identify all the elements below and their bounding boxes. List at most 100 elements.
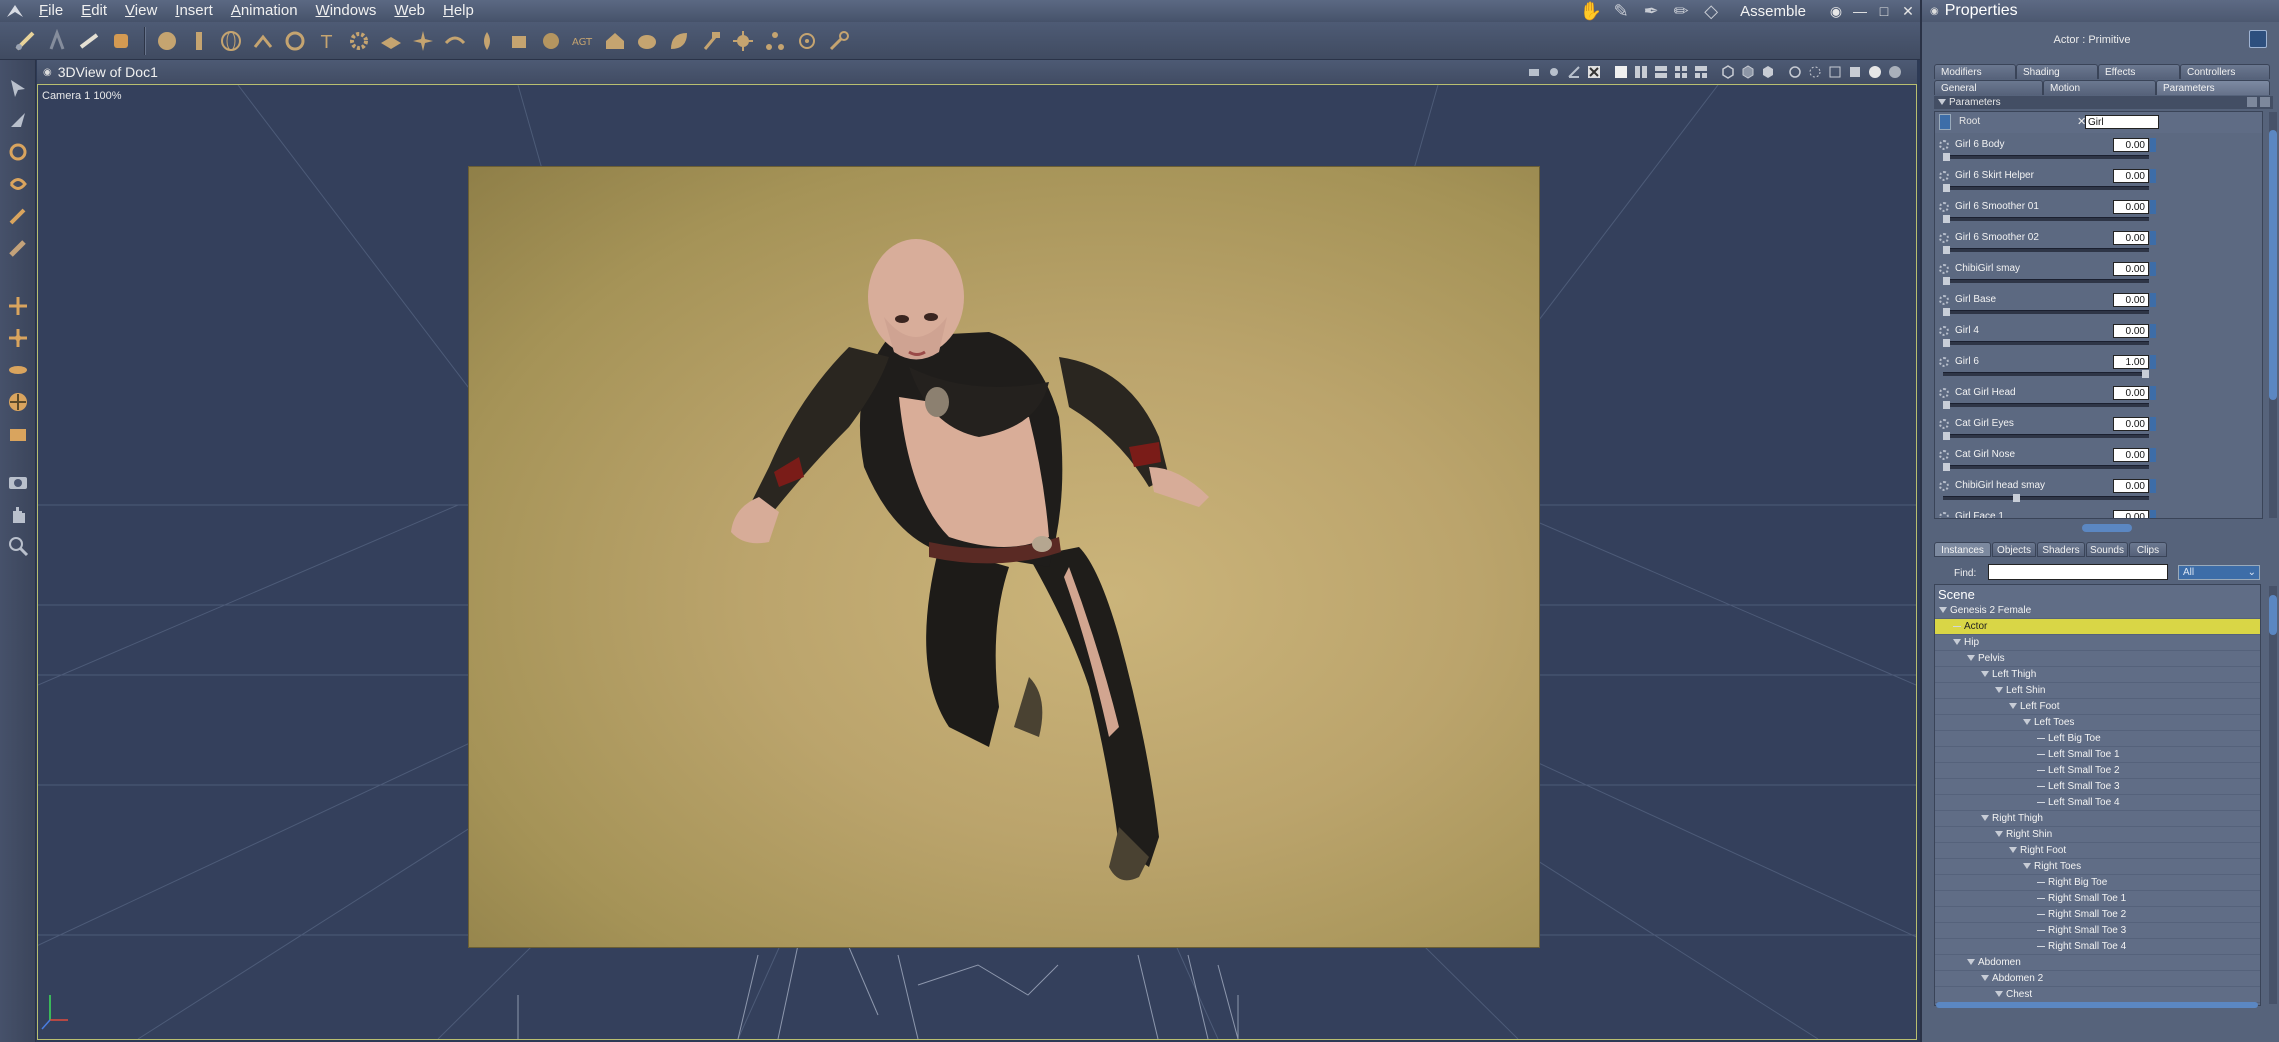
tab-controllers[interactable]: Controllers — [2180, 64, 2270, 79]
particles-icon[interactable] — [536, 26, 566, 56]
tree-row[interactable]: Actor — [1935, 619, 2260, 635]
menu-web[interactable]: Web — [385, 0, 434, 22]
cloth-icon[interactable] — [440, 26, 470, 56]
move-xy-icon[interactable] — [4, 324, 32, 352]
tree-row[interactable]: Abdomen — [1935, 955, 2260, 971]
camera-label[interactable]: Camera 1 100% — [42, 90, 122, 102]
menu-view[interactable]: View — [116, 0, 166, 22]
flame-icon[interactable] — [472, 26, 502, 56]
tree-row[interactable]: Genesis 2 Female — [1935, 603, 2260, 619]
parameter-slider-thumb[interactable] — [1943, 184, 1950, 192]
parameter-slider-track[interactable] — [1943, 496, 2149, 500]
parameter-spinner[interactable] — [2150, 386, 2156, 400]
parameter-value-field[interactable]: 0.00 — [2113, 479, 2149, 493]
parameter-value-field[interactable]: 0.00 — [2113, 293, 2149, 307]
parameter-spinner[interactable] — [2150, 262, 2156, 276]
parameter-slider-track[interactable] — [1943, 403, 2149, 407]
minimize-icon[interactable]: — — [1848, 0, 1872, 22]
3d-viewport[interactable]: Camera 1 100% — [37, 84, 1917, 1040]
textured-sphere-icon[interactable] — [1886, 63, 1903, 80]
light-select-icon[interactable] — [1545, 63, 1562, 80]
parameter-spinner[interactable] — [2150, 138, 2156, 152]
tree-row[interactable]: Right Big Toe — [1935, 875, 2260, 891]
panel-splitter-handle[interactable] — [2082, 524, 2132, 532]
maximize-icon[interactable]: □ — [1872, 0, 1896, 22]
axis-icon[interactable] — [1565, 63, 1582, 80]
smooth-sphere-icon[interactable] — [1866, 63, 1883, 80]
tree-row[interactable]: Right Small Toe 4 — [1935, 939, 2260, 955]
expand-triangle-icon[interactable] — [1981, 815, 1989, 822]
parameter-slider-thumb[interactable] — [1943, 463, 1950, 471]
parameter-value-field[interactable]: 0.00 — [2113, 510, 2149, 518]
expand-triangle-icon[interactable] — [2009, 703, 2017, 710]
gear-icon[interactable] — [1939, 326, 1949, 336]
tree-scrollbar-thumb[interactable] — [2269, 595, 2277, 635]
tree-row[interactable]: Right Small Toe 2 — [1935, 907, 2260, 923]
parameter-value-field[interactable]: 0.00 — [2113, 262, 2149, 276]
light-icon[interactable] — [408, 26, 438, 56]
parameter-spinner[interactable] — [2150, 417, 2156, 431]
close-icon[interactable]: ✕ — [1896, 0, 1920, 22]
tree-row[interactable]: Right Shin — [1935, 827, 2260, 843]
select-arrow-icon[interactable] — [4, 74, 32, 102]
parameter-value-field[interactable]: 0.00 — [2113, 169, 2149, 183]
single-view-icon[interactable] — [1612, 63, 1629, 80]
display-mode-1-icon[interactable] — [1719, 63, 1736, 80]
tab-objects[interactable]: Objects — [1992, 542, 2036, 557]
parameter-slider-thumb[interactable] — [1943, 215, 1950, 223]
solid-cube-icon[interactable] — [1846, 63, 1863, 80]
daz-logo-icon[interactable] — [0, 0, 30, 22]
pin-icon[interactable]: ◉ — [1930, 6, 1939, 17]
expand-triangle-icon[interactable] — [1981, 671, 1989, 678]
quad-view-icon[interactable] — [1672, 63, 1689, 80]
knife-tool-icon[interactable] — [4, 234, 32, 262]
tab-sounds[interactable]: Sounds — [2086, 542, 2128, 557]
gear-icon[interactable] — [1939, 512, 1949, 518]
pin-icon[interactable]: ◉ — [43, 67, 52, 78]
box-icon[interactable] — [504, 26, 534, 56]
parameter-slider-track[interactable] — [1943, 434, 2149, 438]
tree-row[interactable]: Left Foot — [1935, 699, 2260, 715]
parameter-value-field[interactable]: 0.00 — [2113, 448, 2149, 462]
plane-icon[interactable] — [376, 26, 406, 56]
ruler-icon[interactable]: ◇ — [1696, 0, 1726, 22]
node-select-icon[interactable] — [4, 106, 32, 134]
scale-icon[interactable] — [4, 420, 32, 448]
target-icon[interactable] — [280, 26, 310, 56]
tree-row[interactable]: Abdomen 2 — [1935, 971, 2260, 987]
tab-shading[interactable]: Shading — [2016, 64, 2098, 79]
pan-hand-icon[interactable] — [4, 500, 32, 528]
gear-icon[interactable] — [1939, 202, 1949, 212]
hand-icon[interactable]: ✋ — [1576, 0, 1606, 22]
move-xyz-icon[interactable] — [4, 292, 32, 320]
section-menu-icon[interactable] — [2247, 97, 2257, 107]
group-icon[interactable] — [760, 26, 790, 56]
camera-select-icon[interactable] — [1525, 63, 1542, 80]
menu-windows[interactable]: Windows — [307, 0, 386, 22]
display-mode-2-icon[interactable] — [1739, 63, 1756, 80]
parameter-slider-track[interactable] — [1943, 248, 2149, 252]
menu-file[interactable]: File — [30, 0, 72, 22]
parameter-spinner[interactable] — [2150, 293, 2156, 307]
properties-options-button[interactable] — [2249, 30, 2267, 48]
expand-triangle-icon[interactable] — [1967, 959, 1975, 966]
gear-icon[interactable] — [1939, 388, 1949, 398]
parameter-spinner[interactable] — [2150, 200, 2156, 214]
gear-icon[interactable] — [1939, 171, 1949, 181]
parameter-slider-thumb[interactable] — [2142, 370, 2149, 378]
parameter-slider-track[interactable] — [1943, 279, 2149, 283]
parameter-slider-track[interactable] — [1943, 155, 2149, 159]
tree-row[interactable]: Chest — [1935, 987, 2260, 1003]
pose-icon[interactable] — [248, 26, 278, 56]
tab-clips[interactable]: Clips — [2129, 542, 2167, 557]
globe-icon[interactable] — [216, 26, 246, 56]
gear-prop-icon[interactable] — [344, 26, 374, 56]
parameters-scrollbar-thumb[interactable] — [2269, 130, 2277, 400]
tree-row[interactable]: Left Big Toe — [1935, 731, 2260, 747]
tree-row[interactable]: Left Thigh — [1935, 667, 2260, 683]
parameter-spinner[interactable] — [2150, 324, 2156, 338]
parameter-slider-thumb[interactable] — [2013, 494, 2020, 502]
root-name-field[interactable]: Girl — [2085, 115, 2159, 129]
parameter-slider-track[interactable] — [1943, 186, 2149, 190]
pen-icon[interactable]: ✒ — [1636, 0, 1666, 22]
